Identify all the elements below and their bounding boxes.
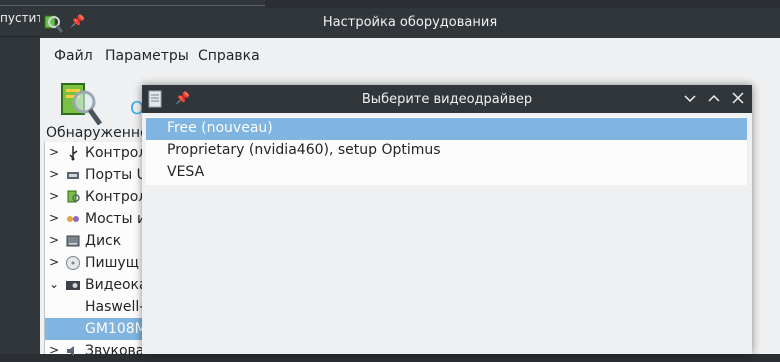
- tree-item-label: Контрол: [85, 145, 148, 161]
- dialog-title: Выберите видеодрайвер: [361, 92, 533, 107]
- menubar: Файл Параметры Справка: [40, 38, 780, 70]
- tree-item-label: GM108M: [85, 321, 147, 337]
- hardware-config-icon: [67, 190, 80, 203]
- chevron-right-icon[interactable]: >: [49, 145, 59, 159]
- driver-list[interactable]: Free (nouveau) Proprietary (nvidia460), …: [146, 117, 747, 185]
- tree-item-label: Порты U: [85, 167, 147, 183]
- driver-option-nvidia[interactable]: Proprietary (nvidia460), setup Optimus: [146, 140, 747, 162]
- chevron-right-icon[interactable]: >: [49, 167, 59, 181]
- maximize-icon[interactable]: [706, 90, 722, 106]
- bridge-icon: [67, 216, 79, 222]
- background-desktop: [0, 0, 40, 354]
- tree-item-label: Контрол: [85, 189, 148, 205]
- menu-settings[interactable]: Параметры: [105, 48, 189, 64]
- hardware-search-icon: [61, 83, 103, 126]
- chevron-right-icon[interactable]: >: [49, 211, 59, 225]
- driver-option-label: Proprietary (nvidia460), setup Optimus: [167, 142, 441, 158]
- chevron-right-icon[interactable]: >: [49, 255, 59, 269]
- chevron-right-icon[interactable]: >: [49, 233, 59, 247]
- port-icon: [67, 172, 79, 179]
- chevron-down-icon[interactable]: ⌄: [49, 277, 59, 291]
- driver-option-label: Free (nouveau): [167, 120, 273, 136]
- tree-item-label: Мосты и: [85, 211, 147, 227]
- close-icon[interactable]: [730, 90, 746, 106]
- background-window-text: пустит: [0, 11, 44, 25]
- main-window-title: Настройка оборудования: [322, 15, 498, 30]
- tree-item-label: Звукова: [85, 343, 145, 359]
- chevron-right-icon[interactable]: >: [49, 189, 59, 203]
- driver-option-vesa[interactable]: VESA: [146, 162, 747, 184]
- dialog-titlebar[interactable]: 📌 Выберите видеодрайвер: [142, 85, 752, 113]
- menu-file[interactable]: Файл: [54, 48, 93, 64]
- speaker-icon: [67, 346, 74, 356]
- background-window-border: [0, 5, 265, 6]
- chevron-right-icon[interactable]: >: [49, 343, 59, 357]
- main-titlebar[interactable]: 📌 Настройка оборудования: [40, 8, 780, 38]
- tree-item-label: Haswell-: [85, 299, 145, 315]
- disk-icon: [66, 235, 80, 247]
- minimize-icon[interactable]: [682, 90, 698, 106]
- video-driver-dialog: 📌 Выберите видеодрайвер Free (nouveau) P…: [142, 85, 752, 354]
- tree-item-label: Диск: [85, 233, 122, 249]
- tree-item-label: Видеока: [85, 277, 148, 293]
- driver-option-nouveau[interactable]: Free (nouveau): [146, 118, 747, 140]
- tree-item-label: Пишущ: [85, 255, 139, 271]
- optical-drive-icon: [66, 256, 80, 270]
- video-card-icon: [66, 281, 80, 290]
- usb-icon: [69, 146, 78, 161]
- menu-help[interactable]: Справка: [198, 48, 260, 64]
- driver-option-label: VESA: [167, 164, 205, 180]
